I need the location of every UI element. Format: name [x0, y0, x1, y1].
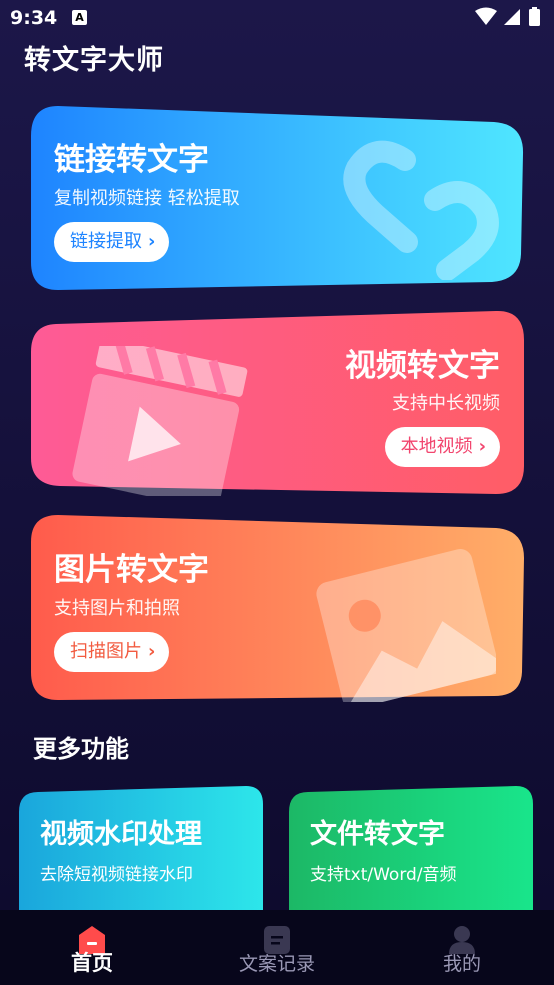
card-subtitle: 去除短视频链接水印: [40, 865, 193, 885]
file-to-text-card[interactable]: 文件转文字 支持txt/Word/音频: [288, 786, 534, 916]
image-to-text-card[interactable]: 图片转文字 支持图片和拍照 扫描图片 ›: [30, 514, 524, 702]
chevron-right-icon: ›: [148, 231, 156, 252]
link-icon: [343, 140, 499, 280]
card-subtitle: 复制视频链接 轻松提取: [54, 188, 240, 209]
link-to-text-card[interactable]: 链接转文字 复制视频链接 轻松提取 链接提取 ›: [30, 104, 524, 292]
tab-label: 首页: [71, 951, 113, 975]
status-icons: [475, 7, 540, 26]
tab-label: 文案记录: [238, 953, 315, 975]
tab-mine[interactable]: 我的: [370, 910, 554, 985]
app-title: 转文字大师: [24, 45, 164, 76]
signal-icon: [504, 9, 520, 25]
link-extract-button[interactable]: 链接提取 ›: [54, 222, 170, 262]
chevron-right-icon: ›: [478, 436, 486, 457]
card-title: 链接转文字: [54, 142, 209, 178]
status-time: 9:34: [10, 7, 58, 29]
card-title: 图片转文字: [54, 552, 209, 588]
notification-icon: A: [72, 10, 87, 25]
bottom-tab-bar: 首页 文案记录 我的: [0, 910, 554, 985]
tab-label: 我的: [442, 953, 481, 975]
card-subtitle: 支持txt/Word/音频: [310, 865, 457, 885]
battery-icon: [529, 9, 540, 26]
card-subtitle: 支持图片和拍照: [54, 598, 180, 619]
card-title: 视频转文字: [345, 348, 500, 384]
local-video-button[interactable]: 本地视频 ›: [384, 427, 500, 467]
status-bar: 9:34 A: [0, 0, 554, 36]
chevron-right-icon: ›: [148, 641, 156, 662]
tab-home[interactable]: 首页: [0, 910, 184, 985]
card-subtitle: 支持中长视频: [392, 393, 500, 414]
wifi-icon: [475, 7, 497, 25]
video-watermark-card[interactable]: 视频水印处理 去除短视频链接水印: [18, 786, 264, 916]
video-to-text-card[interactable]: 视频转文字 支持中长视频 本地视频 ›: [30, 310, 524, 496]
clapperboard-icon: [72, 346, 248, 496]
card-title: 视频水印处理: [40, 819, 202, 850]
scan-image-button[interactable]: 扫描图片 ›: [54, 632, 170, 672]
card-title: 文件转文字: [310, 819, 445, 850]
tab-copy-records[interactable]: 文案记录: [185, 910, 369, 985]
image-icon: [316, 548, 496, 702]
more-features-title: 更多功能: [33, 735, 129, 763]
